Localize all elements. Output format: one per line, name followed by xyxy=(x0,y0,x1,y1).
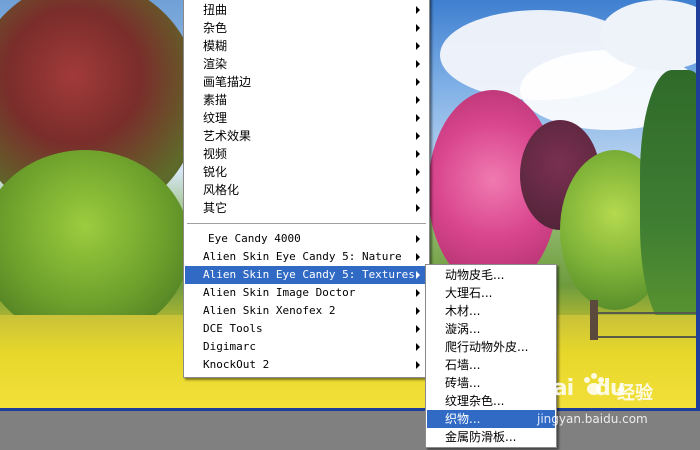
menu-item-sharpen[interactable]: 锐化 xyxy=(185,163,428,181)
menu-item-label: DCE Tools xyxy=(203,322,263,335)
submenu-arrow-icon xyxy=(416,343,420,351)
menu-item-knockout[interactable]: KnockOut 2 xyxy=(185,356,428,374)
menu-item-label: 渲染 xyxy=(203,57,228,71)
menu-item-label: KnockOut 2 xyxy=(203,358,270,371)
menu-item-render[interactable]: 渲染 xyxy=(185,55,428,73)
submenu-item-marble[interactable]: 大理石... xyxy=(427,284,555,302)
menu-item-label: 锐化 xyxy=(203,165,228,179)
menu-item-label: 视频 xyxy=(203,147,228,161)
paw-icon xyxy=(584,373,604,395)
submenu-item-brick-wall[interactable]: 砖墙... xyxy=(427,374,555,392)
submenu-arrow-icon xyxy=(416,6,420,14)
submenu-arrow-icon xyxy=(416,271,420,279)
submenu-item-stone-wall[interactable]: 石墙... xyxy=(427,356,555,374)
menu-item-sketch[interactable]: 素描 xyxy=(185,91,428,109)
submenu-item-label: 石墙... xyxy=(445,358,481,372)
menu-item-label: 扭曲 xyxy=(203,3,228,17)
submenu-item-fur[interactable]: 动物皮毛... xyxy=(427,266,555,284)
submenu-item-label: 漩涡... xyxy=(445,322,481,336)
menu-item-label: Alien Skin Eye Candy 5: Textures xyxy=(203,268,415,281)
menu-item-eye-candy-nature[interactable]: Alien Skin Eye Candy 5: Nature xyxy=(185,248,428,266)
submenu-arrow-icon xyxy=(416,78,420,86)
menu-item-blur[interactable]: 模糊 xyxy=(185,37,428,55)
submenu-arrow-icon xyxy=(416,204,420,212)
submenu-item-diamond-plate[interactable]: 金属防滑板... xyxy=(427,428,555,446)
submenu-item-label: 纹理杂色... xyxy=(445,394,505,408)
submenu-item-label: 木材... xyxy=(445,304,481,318)
menu-item-label: Alien Skin Eye Candy 5: Nature xyxy=(203,250,402,263)
menu-item-label: 其它 xyxy=(203,201,228,215)
submenu-arrow-icon xyxy=(416,307,420,315)
menu-item-eye-candy-4000[interactable]: Eye Candy 4000 xyxy=(185,230,428,248)
baidu-jingyan-watermark: Bai du 经验 jingyan.baidu.com xyxy=(537,373,687,436)
menu-item-label: 画笔描边 xyxy=(203,75,252,89)
menu-item-digimarc[interactable]: Digimarc xyxy=(185,338,428,356)
submenu-arrow-icon xyxy=(416,289,420,297)
submenu-arrow-icon xyxy=(416,42,420,50)
menu-item-texture[interactable]: 纹理 xyxy=(185,109,428,127)
submenu-item-weave[interactable]: 织物... xyxy=(427,410,555,428)
submenu-item-label: 织物... xyxy=(445,412,481,426)
menu-item-video[interactable]: 视频 xyxy=(185,145,428,163)
submenu-arrow-icon xyxy=(416,325,420,333)
tall-green-tree xyxy=(640,70,700,330)
submenu-arrow-icon xyxy=(416,150,420,158)
submenu-item-label: 金属防滑板... xyxy=(445,430,517,444)
menu-item-brush-strokes[interactable]: 画笔描边 xyxy=(185,73,428,91)
menu-item-label: Eye Candy 4000 xyxy=(208,232,301,245)
submenu-item-texture-noise[interactable]: 纹理杂色... xyxy=(427,392,555,410)
menu-item-image-doctor[interactable]: Alien Skin Image Doctor xyxy=(185,284,428,302)
submenu-item-label: 爬行动物外皮... xyxy=(445,340,529,354)
menu-item-label: Alien Skin Image Doctor xyxy=(203,286,356,299)
fence xyxy=(590,312,700,338)
menu-item-label: Alien Skin Xenofex 2 xyxy=(203,304,336,317)
menu-item-noise[interactable]: 杂色 xyxy=(185,19,428,37)
menu-item-label: 杂色 xyxy=(203,21,228,35)
submenu-arrow-icon xyxy=(416,361,420,369)
submenu-arrow-icon xyxy=(416,132,420,140)
menu-item-label: Digimarc xyxy=(203,340,256,353)
submenu-item-label: 大理石... xyxy=(445,286,493,300)
menu-separator xyxy=(187,223,426,225)
watermark-jingyan-text: 经验 xyxy=(617,383,653,404)
menu-item-artistic[interactable]: 艺术效果 xyxy=(185,127,428,145)
submenu-item-reptile-skin[interactable]: 爬行动物外皮... xyxy=(427,338,555,356)
submenu-arrow-icon xyxy=(416,114,420,122)
submenu-arrow-icon xyxy=(416,60,420,68)
menu-item-eye-candy-textures[interactable]: Alien Skin Eye Candy 5: Textures xyxy=(185,266,428,284)
filter-menu: 扭曲 杂色 模糊 渲染 画笔描边 素描 纹理 艺术效果 视频 锐化 风格化 其它… xyxy=(183,0,430,378)
menu-item-label: 风格化 xyxy=(203,183,240,197)
submenu-item-label: 动物皮毛... xyxy=(445,268,505,282)
submenu-item-swirl[interactable]: 漩涡... xyxy=(427,320,555,338)
submenu-arrow-icon xyxy=(416,168,420,176)
submenu-arrow-icon xyxy=(416,24,420,32)
fence-post xyxy=(590,300,598,340)
menu-item-other[interactable]: 其它 xyxy=(185,199,428,217)
watermark-url: jingyan.baidu.com xyxy=(537,412,648,426)
submenu-arrow-icon xyxy=(416,96,420,104)
submenu-item-label: 砖墙... xyxy=(445,376,481,390)
menu-item-label: 素描 xyxy=(203,93,228,107)
canvas-border xyxy=(696,0,700,411)
menu-item-label: 模糊 xyxy=(203,39,228,53)
menu-item-distort[interactable]: 扭曲 xyxy=(185,1,428,19)
menu-item-dce-tools[interactable]: DCE Tools xyxy=(185,320,428,338)
submenu-arrow-icon xyxy=(416,253,420,261)
menu-item-label: 艺术效果 xyxy=(203,129,252,143)
submenu-item-wood[interactable]: 木材... xyxy=(427,302,555,320)
submenu-arrow-icon xyxy=(416,235,420,243)
menu-item-label: 纹理 xyxy=(203,111,228,125)
submenu-arrow-icon xyxy=(416,186,420,194)
menu-item-stylize[interactable]: 风格化 xyxy=(185,181,428,199)
menu-item-xenofex[interactable]: Alien Skin Xenofex 2 xyxy=(185,302,428,320)
